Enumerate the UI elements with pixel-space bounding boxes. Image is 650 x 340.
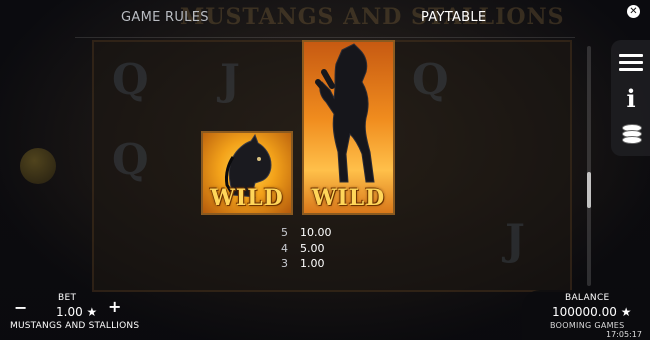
background-symbol: Q: [412, 55, 449, 104]
tab-paytable[interactable]: PAYTABLE: [421, 10, 486, 25]
wild-label: WILD: [210, 185, 284, 211]
rearing-stallion-icon: [315, 43, 375, 183]
balance-label: BALANCE: [565, 293, 610, 303]
background-symbol: J: [220, 55, 240, 104]
background-symbol: Q: [112, 55, 149, 104]
pay-row: 3 1.00: [281, 257, 371, 272]
close-icon[interactable]: ✕: [627, 5, 640, 18]
pay-value: 5.00: [300, 241, 325, 255]
background-symbol: Q: [112, 135, 149, 184]
pay-list: 5 10.00 4 5.00 3 1.00: [281, 226, 371, 273]
tab-divider: [75, 37, 575, 38]
increase-bet-button[interactable]: +: [108, 297, 121, 316]
bet-value: 1.00 ★: [56, 305, 98, 319]
horse-head-wild-symbol: WILD: [201, 131, 293, 215]
game-name: MUSTANGS AND STALLIONS: [10, 321, 140, 331]
pay-count: 5: [281, 226, 288, 239]
bet-label: BET: [58, 293, 77, 303]
balance-value: 100000.00 ★: [552, 305, 632, 319]
pay-row: 5 10.00: [281, 226, 371, 241]
clock: 17:05:17: [606, 330, 642, 339]
side-menu: i: [611, 40, 650, 156]
scrollbar[interactable]: [587, 46, 591, 286]
game-logo: MUSTANGS AND STALLIONS: [180, 4, 565, 30]
decrease-bet-button[interactable]: −: [14, 298, 27, 317]
rearing-stallion-wild-symbol: WILD: [302, 40, 395, 215]
top-bar: MUSTANGS AND STALLIONS GAME RULES PAYTAB…: [0, 0, 650, 38]
background-symbol: J: [505, 215, 525, 264]
pay-count: 3: [281, 257, 288, 270]
tab-game-rules[interactable]: GAME RULES: [121, 10, 209, 25]
coin-icon: [20, 148, 56, 184]
info-icon[interactable]: i: [619, 84, 643, 113]
scrollbar-thumb[interactable]: [587, 172, 591, 208]
menu-icon[interactable]: [619, 54, 643, 75]
pay-count: 4: [281, 241, 288, 255]
pay-row: 4 5.00: [281, 242, 371, 257]
bet-control: − BET 1.00 ★ +: [8, 290, 124, 340]
provider-logo: BOOMING GAMES: [550, 321, 625, 330]
pay-value: 10.00: [300, 226, 332, 239]
wild-label: WILD: [311, 185, 386, 211]
coins-stack-icon[interactable]: [619, 124, 643, 148]
pay-value: 1.00: [300, 257, 325, 270]
